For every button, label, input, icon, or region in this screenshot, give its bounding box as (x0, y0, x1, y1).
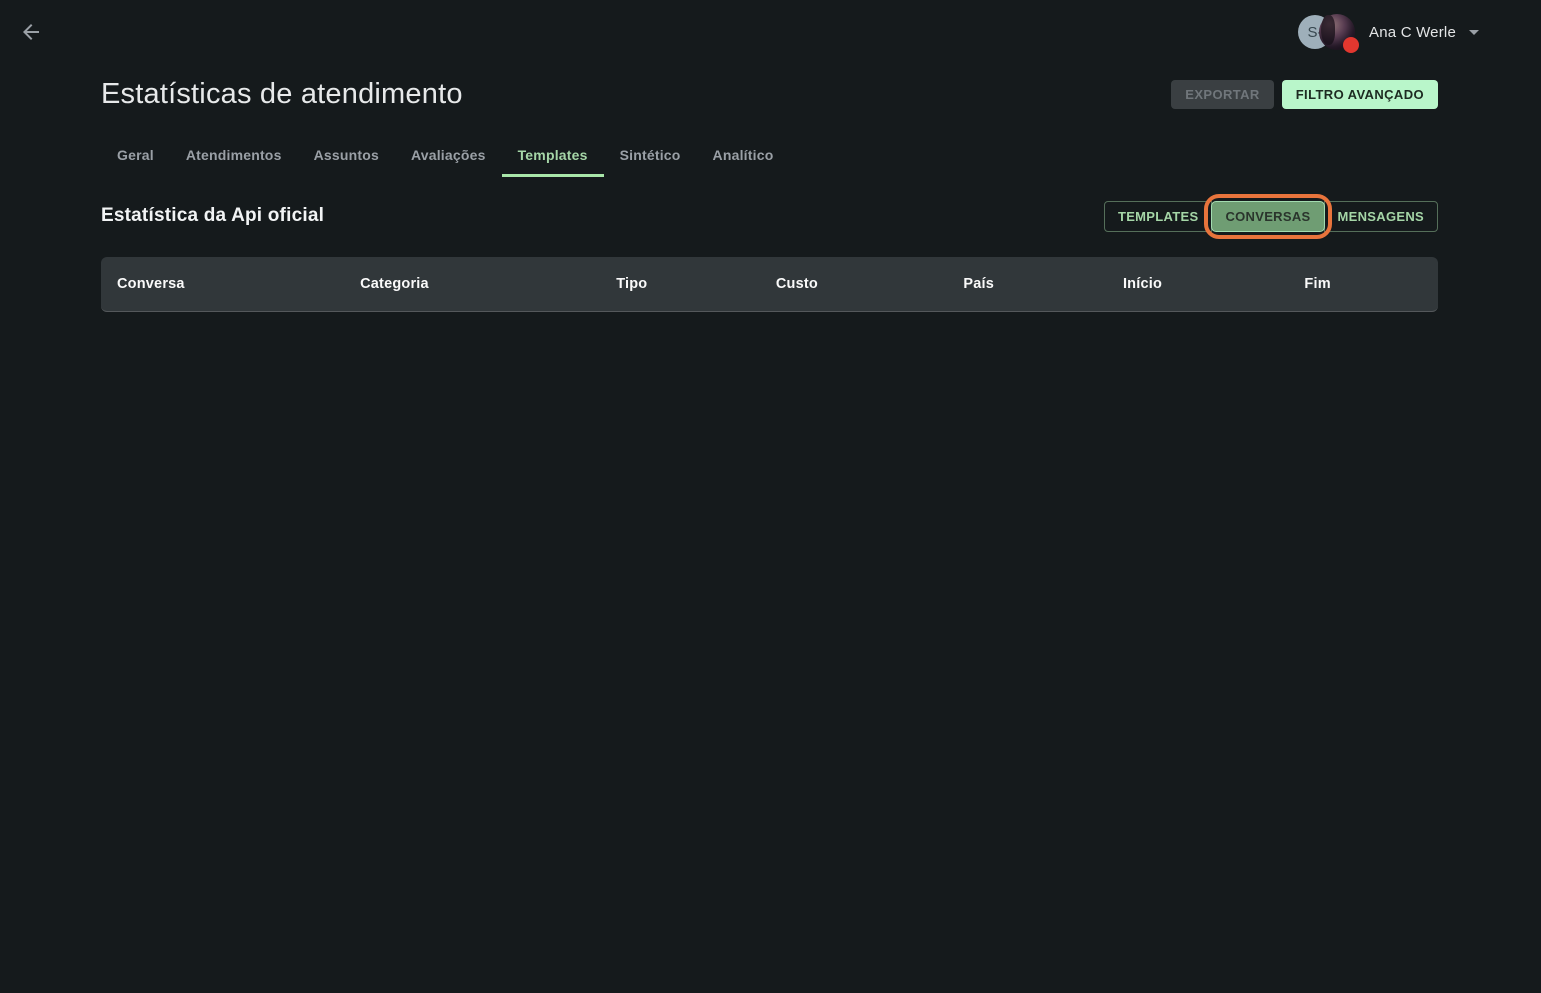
column-header-custo: Custo (775, 276, 818, 292)
user-photo-avatar (1319, 14, 1360, 53)
tab-analitico[interactable]: Analítico (697, 136, 790, 177)
column-header-fim: Fim (1304, 276, 1331, 292)
section-title: Estatística da Api oficial (101, 205, 325, 226)
tab-avaliacoes[interactable]: Avaliações (395, 136, 502, 177)
tab-bar: Geral Atendimentos Assuntos Avaliações T… (101, 136, 1438, 177)
chevron-down-icon[interactable] (1469, 29, 1479, 35)
statistics-table: Conversa Categoria Tipo Custo País Iníci… (101, 257, 1438, 312)
export-button[interactable]: EXPORTAR (1171, 79, 1274, 109)
main-content: Estatísticas de atendimento EXPORTAR FIL… (0, 76, 1541, 312)
topbar: S- Ana C Werle (0, 0, 1541, 64)
column-header-categoria: Categoria (360, 276, 429, 292)
tab-geral[interactable]: Geral (101, 136, 170, 177)
header-actions: EXPORTAR FILTRO AVANÇADO (1171, 79, 1438, 109)
page-header: Estatísticas de atendimento EXPORTAR FIL… (101, 76, 1438, 112)
view-toggle-group: TEMPLATES CONVERSAS MENSAGENS (1103, 193, 1438, 239)
avatar-decoration (1321, 15, 1336, 45)
tab-atendimentos[interactable]: Atendimentos (170, 136, 298, 177)
toggle-templates-button[interactable]: TEMPLATES (1103, 200, 1213, 232)
column-header-tipo: Tipo (616, 276, 648, 292)
user-menu[interactable]: S- Ana C Werle (1298, 12, 1479, 53)
toggle-mensagens-button[interactable]: MENSAGENS (1323, 200, 1438, 232)
column-header-inicio: Início (1122, 276, 1163, 292)
tab-sintetico[interactable]: Sintético (604, 136, 697, 177)
user-name: Ana C Werle (1369, 23, 1456, 41)
tab-templates[interactable]: Templates (501, 136, 604, 177)
toggle-conversas-button[interactable]: CONVERSAS (1204, 193, 1332, 239)
column-header-pais: País (963, 276, 995, 292)
red-dot-badge-icon (1343, 37, 1360, 53)
page-title: Estatísticas de atendimento (101, 77, 463, 110)
back-button[interactable] (18, 19, 44, 45)
tab-assuntos[interactable]: Assuntos (298, 136, 395, 177)
arrow-left-icon (23, 24, 39, 40)
table-header-row: Conversa Categoria Tipo Custo País Iníci… (101, 276, 1438, 292)
advanced-filter-button[interactable]: FILTRO AVANÇADO (1281, 79, 1438, 109)
column-header-conversa: Conversa (117, 276, 185, 292)
section-header: Estatística da Api oficial TEMPLATES CON… (101, 193, 1438, 239)
